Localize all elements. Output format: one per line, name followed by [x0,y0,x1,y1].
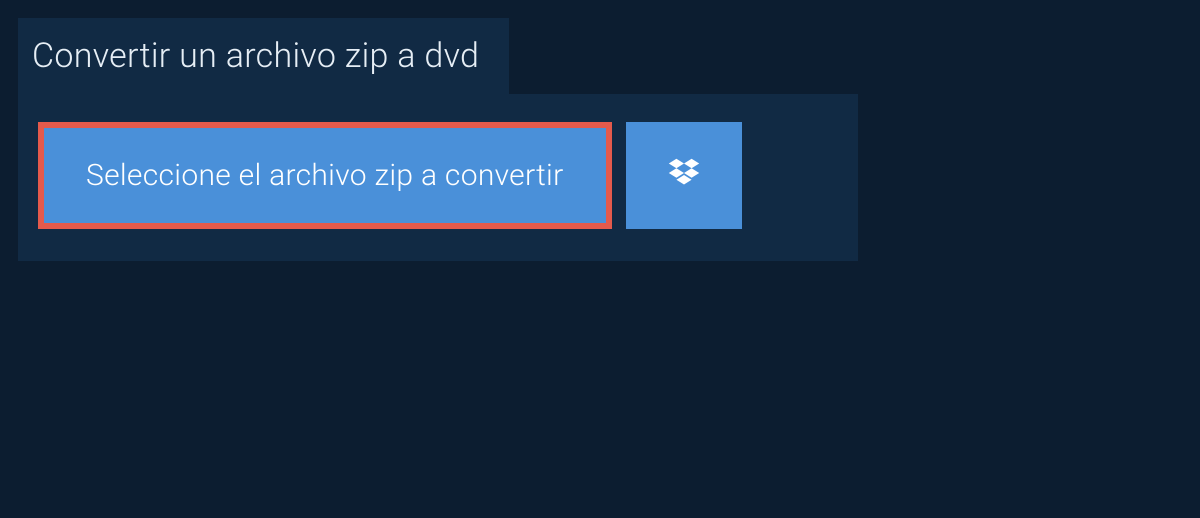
converter-panel: Convertir un archivo zip a dvd Seleccion… [18,18,858,261]
header-fill [509,18,858,94]
header-row: Convertir un archivo zip a dvd [18,18,858,94]
select-file-button[interactable]: Seleccione el archivo zip a convertir [38,122,612,229]
tab-header: Convertir un archivo zip a dvd [18,18,509,94]
page-title: Convertir un archivo zip a dvd [32,36,479,76]
select-file-label: Seleccione el archivo zip a convertir [86,158,564,193]
dropbox-button[interactable] [626,122,742,229]
action-row: Seleccione el archivo zip a convertir [18,94,858,261]
dropbox-icon [665,155,703,197]
